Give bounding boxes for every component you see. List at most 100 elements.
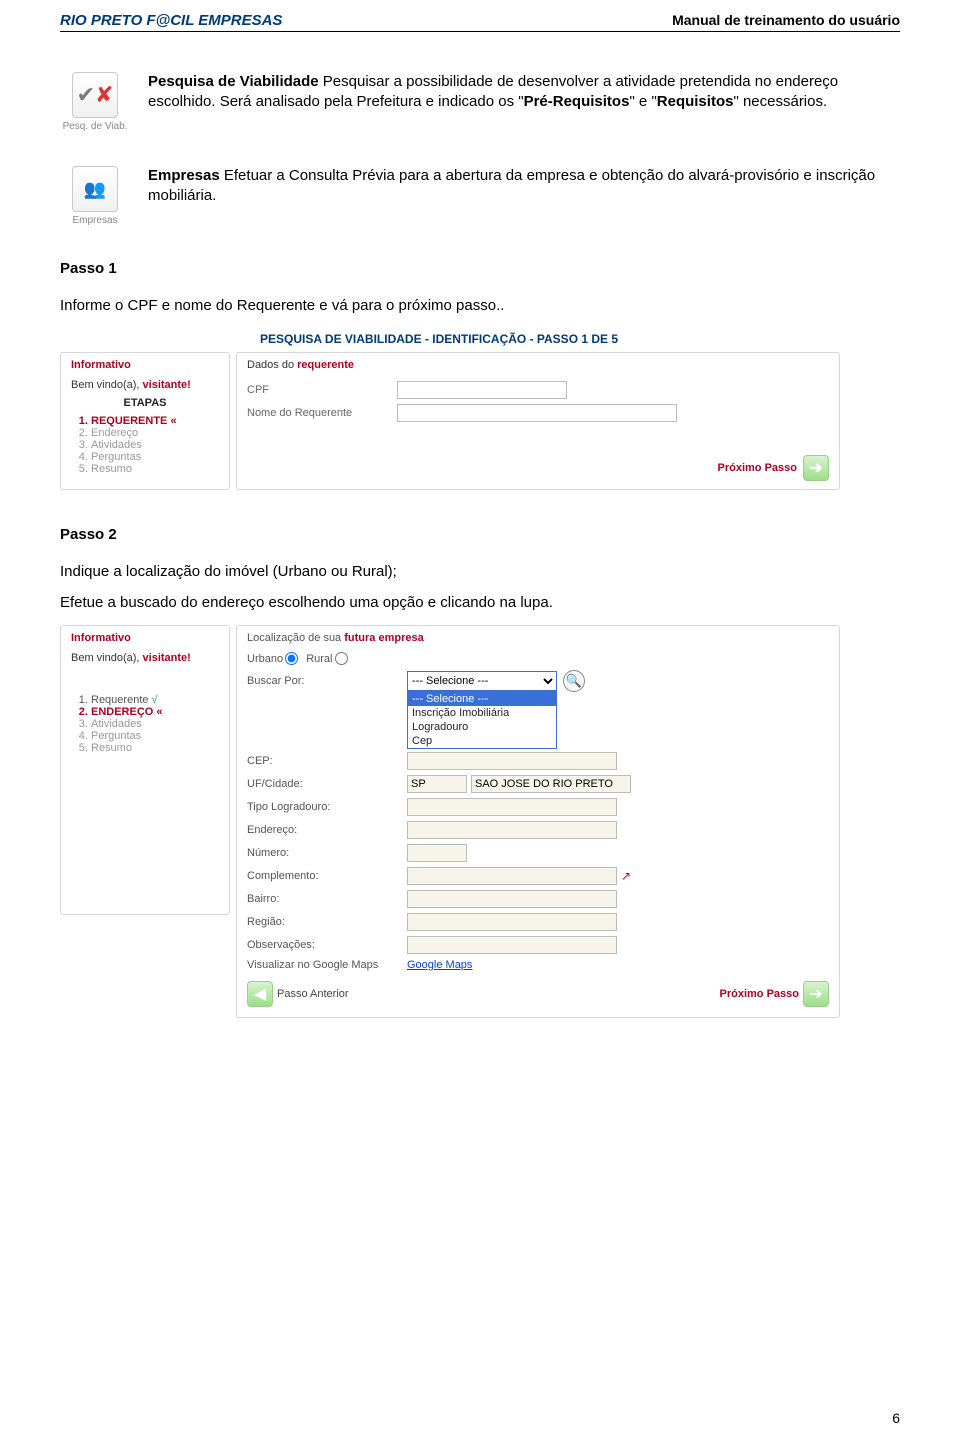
empresas-text: Empresas Efetuar a Consulta Prévia para … [148, 166, 900, 226]
pesq-viab-term: Pesquisa de Viabilidade [148, 73, 319, 90]
empresas-caption: Empresas [60, 215, 130, 226]
shot1-next[interactable]: Próximo Passo ➔ [718, 455, 829, 481]
shot2-regiao-label: Região: [247, 916, 407, 928]
cep-input[interactable] [407, 752, 617, 770]
shot2-uf-label: UF/Cidade: [247, 778, 407, 790]
passo1-title: Passo 1 [60, 260, 900, 277]
shot1-step-3[interactable]: Atividades [91, 439, 219, 451]
shot2-tipolog-row: Tipo Logradouro: [247, 798, 829, 816]
shot2-main-hdr-fut: futura empresa [344, 632, 423, 644]
buscar-por-select[interactable]: --- Selecione --- [407, 671, 557, 691]
section-empresas: 👥 Empresas Empresas Efetuar a Consulta P… [60, 166, 900, 226]
google-maps-link[interactable]: Google Maps [407, 959, 472, 971]
shot1-cpf-row: CPF [247, 381, 829, 399]
shot2-urbano-rural-row: Urbano Rural [247, 652, 829, 665]
shot2-numero-label: Número: [247, 847, 407, 859]
shot1-step-2[interactable]: Endereço [91, 427, 219, 439]
dropdown-opt-3[interactable]: Cep [408, 734, 556, 748]
shot2-cep-row: CEP: [247, 752, 829, 770]
dropdown-opt-1[interactable]: Inscrição Imobiliária [408, 706, 556, 720]
shot2-step-4[interactable]: Perguntas [91, 730, 219, 742]
shot1-main-hdr-req: requerente [297, 359, 354, 371]
shot2-cep-label: CEP: [247, 755, 407, 767]
shot2-main-header: Localização de sua futura empresa [247, 632, 829, 644]
cpf-input[interactable] [397, 381, 567, 399]
uf-input[interactable] [407, 775, 467, 793]
shot2-main-hdr-pre: Localização de sua [247, 632, 344, 644]
screenshot-passo1: PESQUISA DE VIABILIDADE - IDENTIFICAÇÃO … [60, 328, 840, 490]
empresas-icon-col: 👥 Empresas [60, 166, 130, 226]
shot1-nome-label: Nome do Requerente [247, 407, 397, 419]
page-number: 6 [892, 1410, 900, 1426]
shot1-nome-row: Nome do Requerente [247, 404, 829, 422]
pesq-viab-icon: ✔✘ [72, 72, 118, 118]
shot2-prev-label: Passo Anterior [277, 988, 349, 1000]
shot1-visitante: visitante! [143, 379, 191, 391]
shot2-step-1[interactable]: Requerente [91, 694, 219, 706]
shot2-regiao-row: Região: [247, 913, 829, 931]
shot2-tipolog-label: Tipo Logradouro: [247, 801, 407, 813]
shot1-step-4[interactable]: Perguntas [91, 451, 219, 463]
complemento-input[interactable] [407, 867, 617, 885]
shot2-prev[interactable]: ◀ Passo Anterior [247, 981, 353, 1007]
shot2-welcome-pre: Bem vindo(a), [71, 652, 143, 664]
shot2-complemento-row: Complemento: ↗ [247, 867, 829, 885]
shot2-obs-row: Observações: [247, 936, 829, 954]
buscar-por-wrap: --- Selecione --- --- Selecione --- Insc… [407, 671, 557, 691]
observacoes-input[interactable] [407, 936, 617, 954]
shot2-step-3[interactable]: Atividades [91, 718, 219, 730]
shot1-steps: REQUERENTE « Endereço Atividades Pergunt… [71, 415, 219, 475]
passo2-line1: Indique a localização do imóvel (Urbano … [60, 563, 900, 580]
shot2-bairro-row: Bairro: [247, 890, 829, 908]
pesq-viab-caption: Pesq. de Viab. [60, 121, 130, 132]
shot2-next[interactable]: Próximo Passo ➔ [716, 981, 829, 1007]
shot2-step-2[interactable]: ENDEREÇO « [91, 706, 219, 718]
shot1-next-label: Próximo Passo [718, 462, 797, 474]
search-icon[interactable]: 🔍 [563, 670, 585, 692]
pesq-viab-prereq: Pré-Requisitos [524, 93, 630, 110]
bairro-input[interactable] [407, 890, 617, 908]
shot2-informativo: Informativo [71, 632, 219, 644]
tipo-logradouro-input[interactable] [407, 798, 617, 816]
header-left: RIO PRETO F@CIL EMPRESAS [60, 12, 282, 29]
urbano-radio[interactable] [285, 652, 298, 665]
rural-radio[interactable] [335, 652, 348, 665]
arrow-right-icon-2: ➔ [803, 981, 829, 1007]
shot2-complemento-label: Complemento: [247, 870, 407, 882]
dropdown-opt-0[interactable]: --- Selecione --- [408, 692, 556, 706]
pesq-viab-text: Pesquisa de Viabilidade Pesquisar a poss… [148, 72, 900, 132]
shot1-informativo: Informativo [71, 359, 219, 371]
shot2-rural-label: Rural [306, 653, 332, 665]
numero-input[interactable] [407, 844, 467, 862]
shot2-gmaps-label: Visualizar no Google Maps [247, 959, 407, 971]
shot1-welcome: Bem vindo(a), visitante! [71, 379, 219, 391]
passo1-text: Informe o CPF e nome do Requerente e vá … [60, 297, 900, 314]
shot2-footer-nav: ◀ Passo Anterior Próximo Passo ➔ [247, 981, 829, 1007]
cidade-input[interactable] [471, 775, 631, 793]
empresas-term: Empresas [148, 167, 220, 184]
pesq-viab-text-f: " necessários. [733, 93, 827, 110]
shot1-etapas: ETAPAS [71, 397, 219, 409]
shot2-bairro-label: Bairro: [247, 893, 407, 905]
pesq-viab-req: Requisitos [657, 93, 734, 110]
shot1-welcome-pre: Bem vindo(a), [71, 379, 143, 391]
regiao-input[interactable] [407, 913, 617, 931]
buscar-por-dropdown-open[interactable]: --- Selecione --- Inscrição Imobiliária … [407, 691, 557, 749]
endereco-input[interactable] [407, 821, 617, 839]
shot1-step-5[interactable]: Resumo [91, 463, 219, 475]
shot2-gmaps-row: Visualizar no Google Maps Google Maps [247, 959, 829, 971]
header-right: Manual de treinamento do usuário [672, 12, 900, 29]
shot2-numero-row: Número: [247, 844, 829, 862]
dropdown-opt-2[interactable]: Logradouro [408, 720, 556, 734]
page-header: RIO PRETO F@CIL EMPRESAS Manual de trein… [60, 12, 900, 32]
nome-requerente-input[interactable] [397, 404, 677, 422]
shot1-sidebar: Informativo Bem vindo(a), visitante! ETA… [60, 352, 230, 490]
shot1-main-header: Dados do requerente [247, 359, 829, 371]
pesq-viab-text-d: " e " [629, 93, 656, 110]
expand-icon[interactable]: ↗ [621, 869, 631, 883]
shot1-cpf-label: CPF [247, 384, 397, 396]
shot2-step-5[interactable]: Resumo [91, 742, 219, 754]
arrow-left-icon: ◀ [247, 981, 273, 1007]
shot1-step-1[interactable]: REQUERENTE « [91, 415, 219, 427]
shot2-buscar-row: Buscar Por: --- Selecione --- --- Seleci… [247, 670, 829, 692]
